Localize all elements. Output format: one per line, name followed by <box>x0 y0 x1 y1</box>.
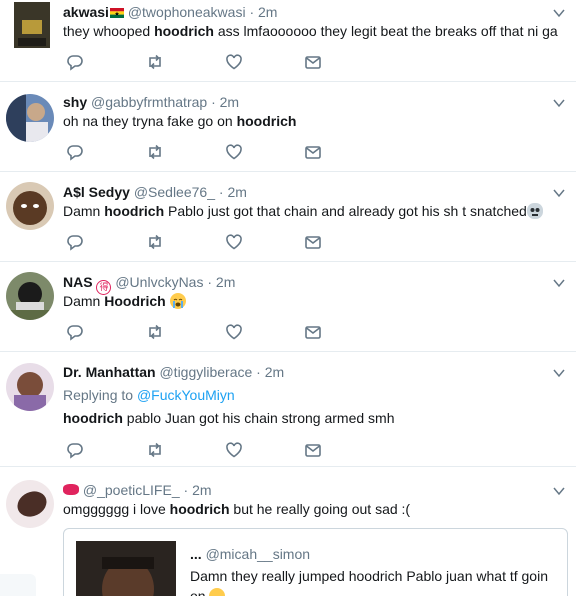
heart-icon[interactable] <box>225 323 243 341</box>
avatar[interactable] <box>6 272 54 320</box>
skull-emoji-icon <box>526 203 543 219</box>
tweet-text: they whooped hoodrich ass lmfaoooooo the… <box>63 23 558 39</box>
tweet[interactable]: A$l Sedyy @Sedlee76_ · 2m Damn hoodrich … <box>0 172 576 262</box>
envelope-icon[interactable] <box>304 233 322 251</box>
separator: · <box>207 274 213 290</box>
quoted-author-name[interactable]: ... <box>190 546 202 562</box>
reply-icon[interactable] <box>66 143 84 161</box>
replying-to: Replying to @FuckYouMiyn <box>63 387 235 403</box>
reply-icon[interactable] <box>66 441 84 459</box>
envelope-icon[interactable] <box>304 53 322 71</box>
author-name[interactable]: akwasi <box>63 4 109 20</box>
author-handle[interactable]: @twophoneakwasi <box>128 4 246 20</box>
highlight: hoodrich <box>154 23 214 39</box>
chevron-down-icon[interactable] <box>552 96 566 110</box>
highlight: hoodrich <box>63 410 123 426</box>
timestamp[interactable]: 2m <box>192 482 211 498</box>
avatar[interactable] <box>6 480 54 528</box>
quoted-tweet-image[interactable] <box>76 541 176 596</box>
author-handle[interactable]: @gabbyfrmthatrap <box>91 94 207 110</box>
retweet-icon[interactable] <box>146 53 164 71</box>
tweet-text: omgggggg i love hoodrich but he really g… <box>63 501 411 517</box>
timestamp[interactable]: 2m <box>216 274 235 290</box>
tweet-text: Damn hoodrich Pablo just got that chain … <box>63 201 543 221</box>
tweet-actions <box>63 143 333 161</box>
avatar[interactable] <box>6 182 54 230</box>
avatar[interactable] <box>14 2 50 48</box>
timestamp[interactable]: 2m <box>258 4 277 20</box>
ghana-flag-icon <box>109 4 124 18</box>
tweet[interactable]: NAS 得 @UnlvckyNas · 2m Damn Hoodrich <box>0 262 576 352</box>
separator: · <box>256 364 261 380</box>
tweet-actions <box>63 441 333 459</box>
tweet-text: oh na they tryna fake go on hoodrich <box>63 113 297 129</box>
quoted-tweet-text: Damn they really jumped hoodrich Pablo j… <box>190 566 560 596</box>
retweet-icon[interactable] <box>146 143 164 161</box>
separator: · <box>183 482 189 498</box>
envelope-icon[interactable] <box>304 143 322 161</box>
timestamp[interactable]: 2m <box>220 94 239 110</box>
author-handle[interactable]: @UnlvckyNas <box>115 274 203 290</box>
avatar[interactable] <box>6 363 54 411</box>
chevron-down-icon[interactable] <box>552 276 566 290</box>
author-name[interactable]: shy <box>63 94 87 110</box>
author-name[interactable]: A$l Sedyy <box>63 184 130 200</box>
retweet-icon[interactable] <box>146 323 164 341</box>
heart-icon[interactable] <box>225 53 243 71</box>
author-name[interactable]: NAS <box>63 274 93 290</box>
tweet-actions <box>63 233 333 251</box>
quoted-tweet[interactable]: ... @micah__simon Damn they really jumpe… <box>63 528 568 596</box>
chevron-down-icon[interactable] <box>552 484 566 498</box>
author-handle[interactable]: @_poeticLIFE_ <box>83 482 180 498</box>
envelope-icon[interactable] <box>304 441 322 459</box>
envelope-icon[interactable] <box>304 323 322 341</box>
tweet[interactable]: shy @gabbyfrmthatrap · 2m oh na they try… <box>0 82 576 172</box>
heart-icon[interactable] <box>225 441 243 459</box>
chevron-down-icon[interactable] <box>552 186 566 200</box>
author-handle[interactable]: @tiggyliberace <box>159 364 252 380</box>
chevron-down-icon[interactable] <box>552 366 566 380</box>
timestamp[interactable]: 2m <box>265 364 284 380</box>
highlight: hoodrich <box>104 203 165 219</box>
page-left-bottom-shadow <box>0 574 36 596</box>
reply-icon[interactable] <box>66 233 84 251</box>
tweet[interactable]: Dr. Manhattan @tiggyliberace · 2m Replyi… <box>0 352 576 467</box>
heart-icon[interactable] <box>225 233 243 251</box>
retweet-icon[interactable] <box>146 441 164 459</box>
grimacing-emoji-icon <box>209 588 226 596</box>
tweet[interactable]: akwasi @twophoneakwasi · 2m they whooped… <box>0 0 576 82</box>
tweet-actions <box>63 53 333 71</box>
separator: · <box>218 184 224 200</box>
crying-face-emoji-icon <box>169 293 186 309</box>
tweet-text: Damn Hoodrich <box>63 291 186 311</box>
author-name[interactable]: Dr. Manhattan <box>63 364 156 380</box>
author-handle[interactable]: @Sedlee76_ <box>134 184 215 200</box>
tweet-text: hoodrich pablo Juan got his chain strong… <box>63 410 395 426</box>
tweet-actions <box>63 323 333 341</box>
highlight: Hoodrich <box>104 293 166 309</box>
separator: · <box>211 94 216 110</box>
heart-icon[interactable] <box>225 143 243 161</box>
highlight: hoodrich <box>169 501 230 517</box>
chevron-down-icon[interactable] <box>552 6 566 20</box>
quoted-author-handle[interactable]: @micah__simon <box>206 546 310 562</box>
avatar[interactable] <box>6 94 54 142</box>
separator: · <box>249 4 255 20</box>
lips-emoji-icon <box>63 484 79 495</box>
reply-icon[interactable] <box>66 53 84 71</box>
reply-mention-link[interactable]: @FuckYouMiyn <box>137 387 235 403</box>
reply-icon[interactable] <box>66 323 84 341</box>
highlight: hoodrich <box>236 113 297 129</box>
retweet-icon[interactable] <box>146 233 164 251</box>
timestamp[interactable]: 2m <box>227 184 246 200</box>
